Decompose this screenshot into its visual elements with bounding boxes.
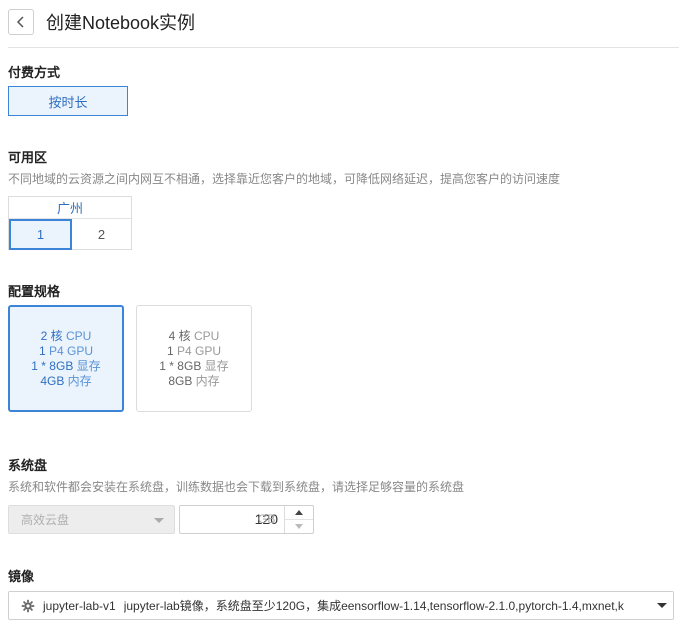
stepper-controls — [284, 506, 313, 533]
disk-type-value: 高效云盘 — [21, 513, 70, 527]
page-header: 创建Notebook实例 — [8, 8, 195, 36]
spec-cpu: 2 核 CPU — [40, 328, 92, 343]
disk-hint: 系统和软件都会安装在系统盘，训练数据也会下载到系统盘，请选择足够容量的系统盘 — [8, 480, 465, 494]
disk-size-unit: GB — [258, 512, 276, 526]
chevron-down-icon — [154, 518, 164, 523]
zone-section-title: 可用区 — [8, 150, 48, 165]
spec-gpu: 1 P4 GPU — [166, 343, 222, 358]
page-title: 创建Notebook实例 — [46, 13, 196, 33]
back-button[interactable] — [8, 9, 34, 35]
zone-option-2[interactable]: 2 — [72, 219, 131, 250]
image-select-toggle[interactable] — [651, 592, 673, 619]
image-name: jupyter-lab-v1 — [43, 598, 116, 613]
increment-button[interactable] — [285, 506, 313, 520]
caret-down-icon — [295, 523, 303, 529]
decrement-button[interactable] — [285, 520, 313, 534]
header-divider — [8, 47, 679, 48]
zone-hint: 不同地域的云资源之间内网互不相通，选择靠近您客户的地域，可降低网络延迟，提高您客… — [8, 172, 561, 186]
image-description: jupyter-lab镜像，系统盘至少120G，集成eensorflow-1.1… — [123, 599, 624, 613]
zone-option-1[interactable]: 1 — [9, 219, 72, 250]
spec-gpu: 1 P4 GPU — [38, 343, 94, 358]
spec-vram: 1 * 8GB 显存 — [31, 358, 101, 373]
payment-section-title: 付费方式 — [8, 65, 61, 80]
spec-section-title: 配置规格 — [8, 284, 61, 299]
spec-memory: 4GB 内存 — [40, 373, 92, 388]
spec-card-4core[interactable]: 4 核 CPU 1 P4 GPU 1 * 8GB 显存 8GB 内存 — [136, 305, 252, 412]
gear-icon — [21, 599, 35, 612]
image-select[interactable]: jupyter-lab-v1 jupyter-lab镜像，系统盘至少120G，集… — [8, 591, 674, 620]
chevron-down-icon — [657, 603, 667, 608]
chevron-left-icon — [16, 16, 24, 28]
spec-vram: 1 * 8GB 显存 — [159, 358, 229, 373]
spec-cpu: 4 核 CPU — [168, 328, 220, 343]
disk-type-select[interactable]: 高效云盘 — [8, 505, 175, 534]
disk-size-stepper[interactable]: 120 GB — [179, 505, 314, 534]
payment-option-hourly[interactable]: 按时长 — [8, 86, 128, 116]
image-section-title: 镜像 — [8, 569, 35, 584]
caret-up-icon — [295, 509, 303, 515]
spec-card-2core[interactable]: 2 核 CPU 1 P4 GPU 1 * 8GB 显存 4GB 内存 — [8, 305, 124, 412]
zone-selector: 广州 1 2 — [8, 196, 132, 250]
zone-region-label: 广州 — [9, 197, 131, 219]
disk-section-title: 系统盘 — [8, 458, 48, 473]
spec-memory: 8GB 内存 — [168, 373, 220, 388]
